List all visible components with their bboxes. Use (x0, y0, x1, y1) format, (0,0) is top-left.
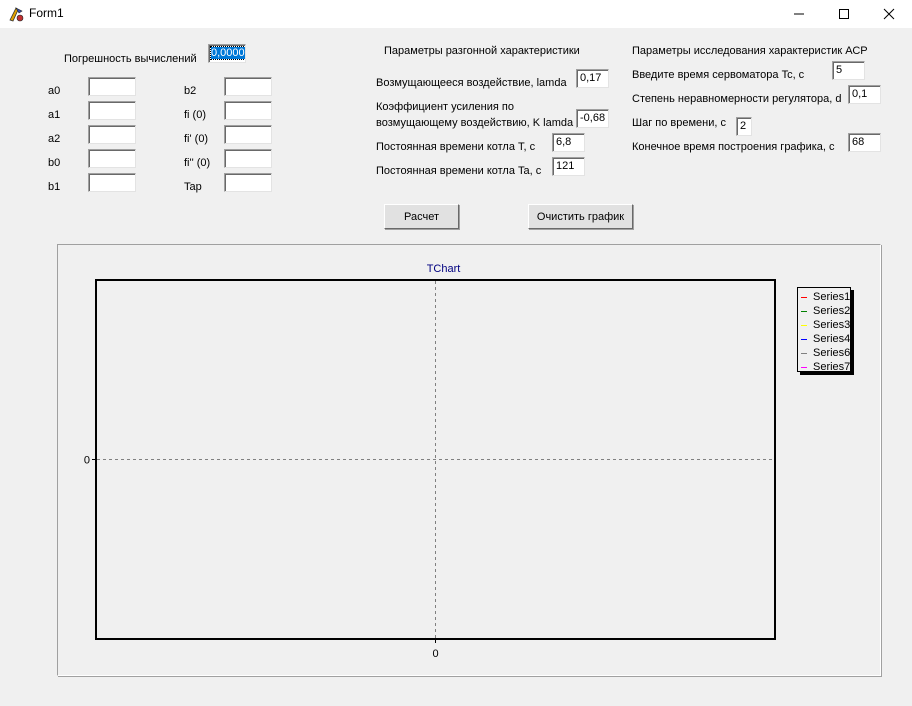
legend-item: Series4 (801, 332, 850, 346)
legend-item: Series2 (801, 304, 850, 318)
legend-item: Series3 (801, 318, 850, 332)
legend-item: Series7 (801, 360, 850, 374)
legend-swatch (801, 338, 807, 340)
legend-swatch (801, 310, 807, 312)
legend-label: Series3 (813, 319, 851, 331)
legend-label: Series7 (813, 361, 851, 373)
legend-swatch (801, 352, 807, 354)
legend-label: Series6 (813, 347, 851, 359)
legend-swatch (801, 324, 807, 326)
x-tick-label: 0 (432, 648, 438, 660)
legend-label: Series1 (813, 291, 851, 303)
y-tick-label: 0 (84, 455, 90, 467)
legend-label: Series4 (813, 333, 851, 345)
legend-item: Series1 (801, 290, 850, 304)
legend-swatch (801, 296, 807, 298)
chart: TChart 0 0 (84, 263, 776, 660)
legend-item: Series6 (801, 346, 850, 360)
legend-label: Series2 (813, 305, 851, 317)
chart-legend: Series1 Series2 Series3 Series4 Series6 Serie… (797, 287, 851, 374)
legend-swatch (801, 366, 807, 368)
chart-title: TChart (427, 263, 461, 275)
